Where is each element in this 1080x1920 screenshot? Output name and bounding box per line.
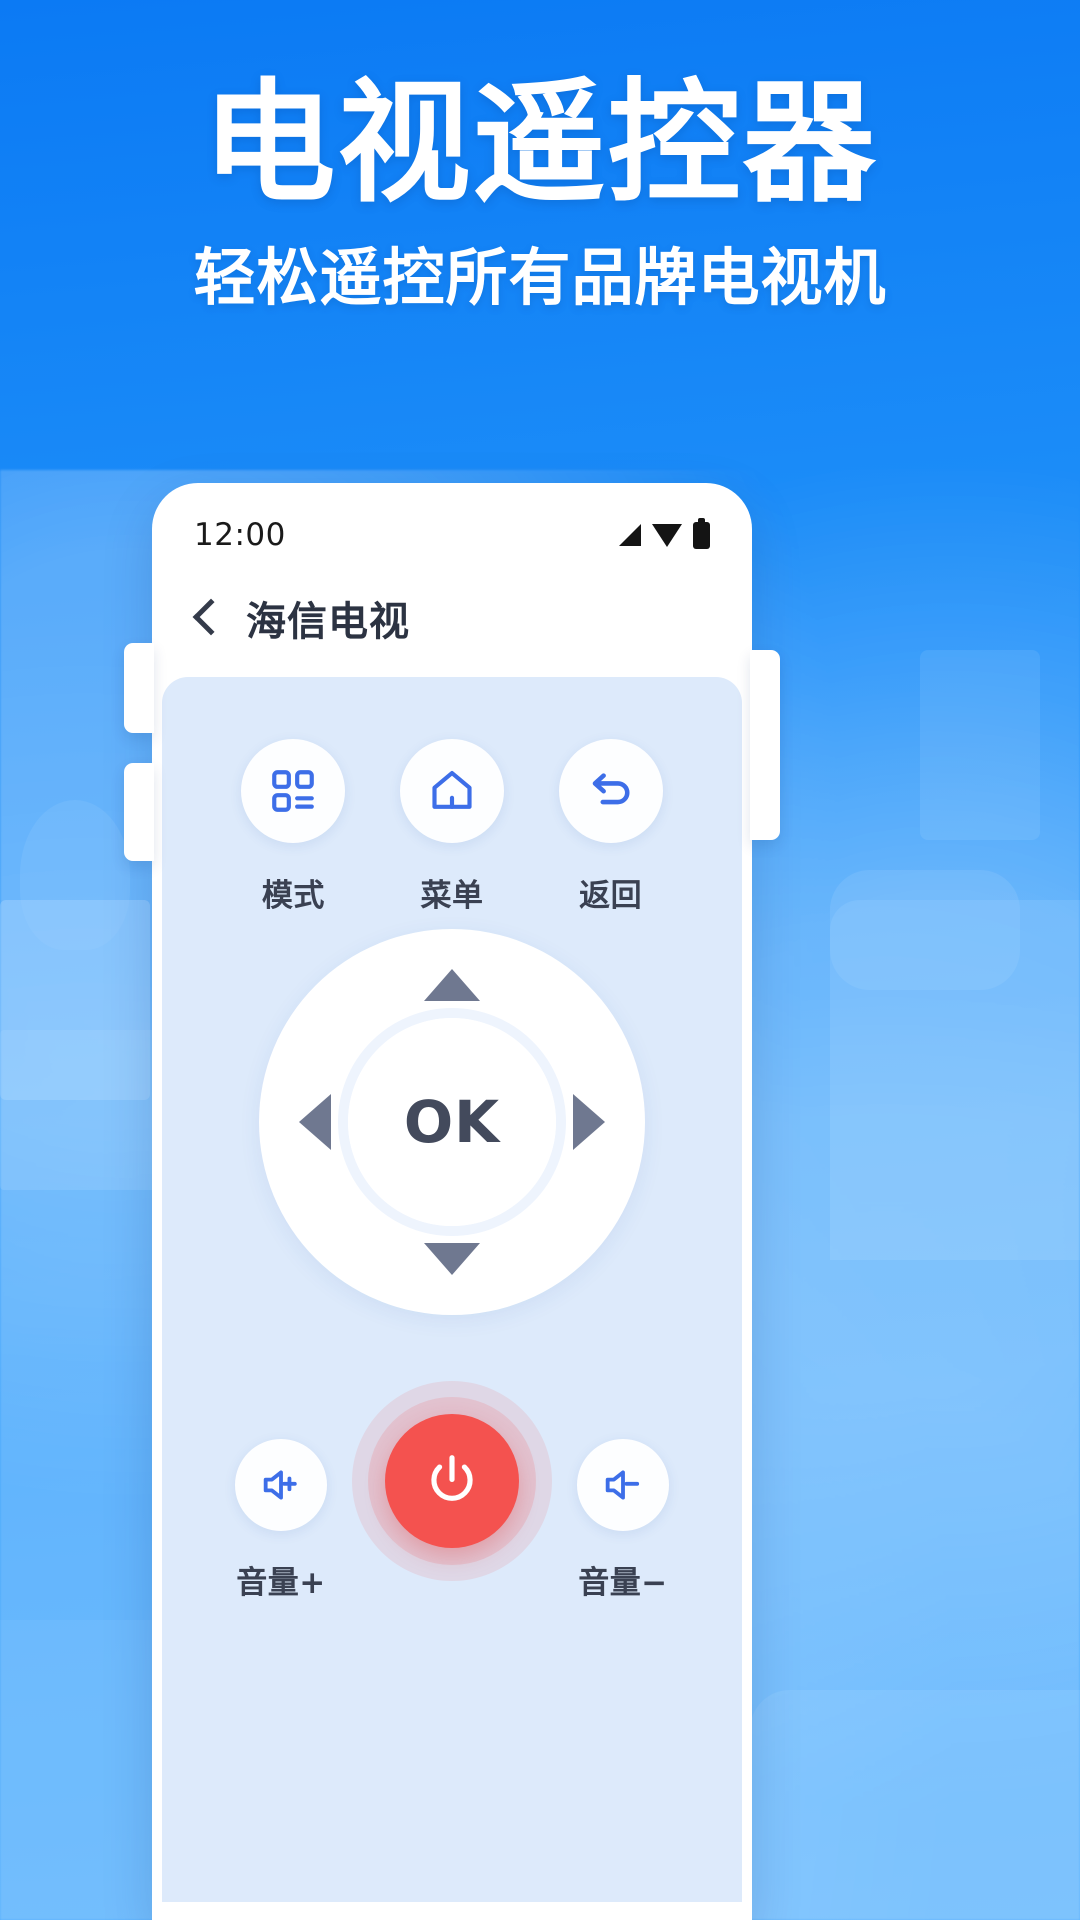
wifi-icon bbox=[652, 523, 682, 547]
status-bar-time: 12:00 bbox=[194, 517, 286, 553]
phone-power-side-button[interactable] bbox=[750, 650, 780, 840]
promo-headline-block: 电视遥控器 轻松遥控所有品牌电视机 bbox=[0, 78, 1080, 309]
volume-down-circle[interactable] bbox=[577, 1439, 669, 1531]
battery-icon bbox=[693, 517, 710, 549]
phone-volume-down-side-button[interactable] bbox=[124, 763, 154, 861]
phone-volume-up-side-button[interactable] bbox=[124, 643, 154, 733]
menu-button-circle[interactable] bbox=[399, 739, 504, 843]
page-subtitle: 轻松遥控所有品牌电视机 bbox=[193, 241, 887, 314]
remote-button-mode[interactable]: 模式 bbox=[218, 739, 368, 915]
room-picture-frame-shape bbox=[920, 650, 1040, 840]
room-plant-shape bbox=[20, 800, 130, 950]
volume-up-icon bbox=[263, 1470, 297, 1500]
phone-mockup: 12:00 海信电视 模式 菜单 返回 OK 音量+ 音量− bbox=[152, 483, 752, 1920]
power-button[interactable] bbox=[385, 1414, 519, 1548]
remote-button-menu[interactable]: 菜单 bbox=[377, 739, 527, 915]
menu-button-label: 菜单 bbox=[420, 878, 484, 914]
home-icon bbox=[432, 771, 472, 809]
volume-up-label: 音量+ bbox=[236, 1565, 326, 1601]
volume-down-button[interactable]: 音量− bbox=[552, 1439, 694, 1602]
power-icon bbox=[431, 1455, 473, 1501]
room-cabinet-lower-shape bbox=[0, 1030, 175, 1190]
back-arrow-icon bbox=[592, 773, 630, 805]
remote-button-back[interactable]: 返回 bbox=[536, 739, 686, 915]
volume-down-label: 音量− bbox=[578, 1565, 668, 1601]
mode-button-circle[interactable] bbox=[241, 739, 346, 843]
ok-button[interactable]: OK bbox=[348, 1018, 556, 1226]
remote-bottom-row: 音量+ 音量− bbox=[162, 1381, 742, 1602]
ok-button-label: OK bbox=[403, 1088, 501, 1156]
volume-down-icon bbox=[605, 1470, 640, 1500]
page-header-title: 海信电视 bbox=[246, 599, 410, 645]
power-button-wrapper[interactable] bbox=[352, 1381, 552, 1581]
signal-icon bbox=[619, 524, 641, 546]
triangle-right-icon[interactable] bbox=[573, 1094, 605, 1150]
dpad: OK bbox=[259, 929, 645, 1315]
back-button-label: 返回 bbox=[579, 878, 643, 914]
volume-up-circle[interactable] bbox=[235, 1439, 327, 1531]
room-pillow-shape bbox=[830, 870, 1020, 990]
room-rug-shape bbox=[750, 1690, 1080, 1920]
page-title: 电视遥控器 bbox=[202, 67, 878, 221]
apps-grid-icon bbox=[272, 770, 315, 812]
triangle-down-icon[interactable] bbox=[424, 1243, 480, 1275]
mode-button-label: 模式 bbox=[261, 878, 325, 914]
remote-top-button-row: 模式 菜单 返回 bbox=[162, 677, 742, 915]
back-button-circle[interactable] bbox=[558, 739, 663, 843]
chevron-left-icon[interactable] bbox=[192, 598, 230, 636]
status-bar: 12:00 bbox=[152, 483, 752, 563]
triangle-up-icon[interactable] bbox=[424, 969, 480, 1001]
triangle-left-icon[interactable] bbox=[299, 1094, 331, 1150]
volume-up-button[interactable]: 音量+ bbox=[210, 1439, 352, 1602]
status-bar-icons bbox=[619, 517, 710, 549]
app-header: 海信电视 bbox=[152, 563, 752, 677]
remote-control-panel: 模式 菜单 返回 OK 音量+ 音量− bbox=[162, 677, 742, 1902]
